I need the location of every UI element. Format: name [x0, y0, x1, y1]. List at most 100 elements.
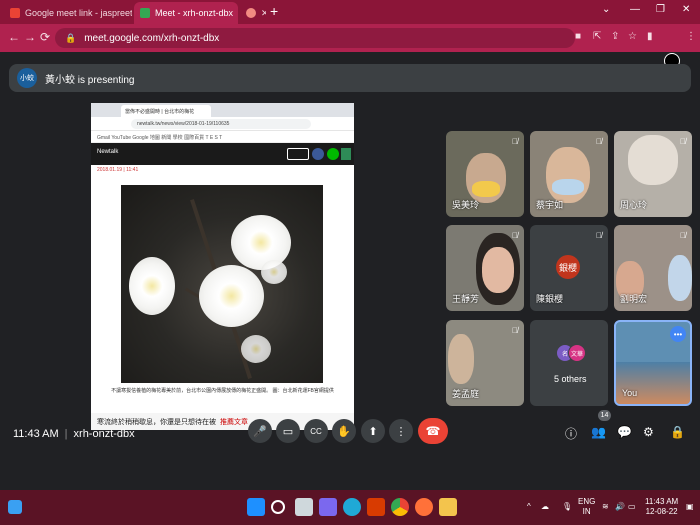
more-options-button[interactable]: ⋮: [389, 419, 413, 443]
wifi-icon[interactable]: ≋: [602, 502, 609, 512]
shared-bookmarks: Gmail YouTube Google 地圖 新聞 學校 國際百貨 T E S…: [91, 131, 354, 143]
lock-icon: 🔒: [65, 32, 77, 43]
camera-indicator-icon[interactable]: ■: [575, 31, 581, 42]
blossom: [129, 257, 175, 315]
language-region: IN: [582, 507, 591, 516]
shared-tab: 當佈不必盛開時 | 台北市的梅花: [121, 105, 211, 117]
file-explorer-icon[interactable]: [439, 498, 457, 516]
plum-blossom-photo: [121, 185, 323, 383]
back-icon[interactable]: ←: [8, 30, 20, 44]
more-options-icon[interactable]: •••: [670, 326, 686, 342]
notifications-icon[interactable]: ▣: [686, 502, 694, 512]
meeting-time: 11:43 AM: [13, 428, 59, 440]
mic-off-icon: 🎙̸: [512, 326, 518, 335]
tab-google-meet-link[interactable]: Google meet link - jaspreet.k@ ✕: [4, 2, 132, 24]
chat-app-icon[interactable]: [319, 498, 337, 516]
menu-icon[interactable]: ⋮: [686, 31, 696, 42]
forward-icon[interactable]: →: [24, 30, 36, 44]
reload-icon[interactable]: ⟳: [40, 30, 50, 44]
facebook-icon: [312, 148, 324, 160]
self-tile[interactable]: ••• You: [614, 320, 692, 406]
participant-tile[interactable]: 🎙̸ 王靜芳: [446, 225, 524, 311]
blossom: [241, 335, 271, 363]
chat-button[interactable]: 💬: [617, 425, 632, 439]
participant-tile[interactable]: 🎙̸ 周心玲: [614, 131, 692, 217]
clock-date: 12-08-22: [645, 507, 678, 516]
new-tab-button[interactable]: +: [270, 3, 278, 19]
language-indicator[interactable]: ENG IN: [578, 497, 595, 517]
participant-name: 陳銀櫻: [536, 294, 564, 304]
tray-overflow-icon[interactable]: ^: [527, 502, 531, 512]
minimize-button[interactable]: —: [630, 4, 640, 15]
info-button[interactable]: ⓘ: [565, 425, 577, 442]
participant-tile[interactable]: 🎙̸ 姜孟庭: [446, 320, 524, 406]
mic-off-icon: 🎙̸: [596, 137, 602, 146]
mic-off-icon: 🎙̸: [680, 137, 686, 146]
article-date: 2018.01.19 | 11:41: [97, 167, 139, 173]
record-icon: [246, 8, 256, 18]
side-panel-icon[interactable]: ▮: [647, 31, 653, 42]
participant-tile[interactable]: 🎙̸ 吳美玲: [446, 131, 524, 217]
mic-off-icon: 🎙̸: [512, 231, 518, 240]
participant-name: 吳美玲: [452, 200, 480, 210]
raise-hand-button[interactable]: ✋: [332, 419, 356, 443]
close-tab-icon[interactable]: ✕: [233, 8, 238, 19]
participant-tile-others[interactable]: 名 文華 5 others: [530, 320, 608, 406]
share-icon[interactable]: ⇪: [611, 31, 619, 42]
tab-meet[interactable]: Meet - xrh-onzt-dbx ✕: [134, 2, 238, 24]
people-button[interactable]: 👥: [591, 425, 606, 439]
screen: Google meet link - jaspreet.k@ ✕ Meet - …: [0, 0, 700, 525]
video-feed: [482, 247, 514, 293]
activities-button[interactable]: ⚙: [643, 425, 654, 439]
participant-tile[interactable]: 🎙̸ 劉明宏: [614, 225, 692, 311]
participant-count-badge: 14: [598, 410, 611, 421]
search-icon[interactable]: [271, 500, 285, 514]
clock-time: 11:43 AM: [645, 497, 679, 506]
blossom: [199, 265, 264, 327]
url-text: meet.google.com/xrh-onzt-dbx: [84, 32, 220, 44]
tab-recording[interactable]: ✕: [240, 2, 266, 24]
participant-tile[interactable]: 🎙̸ 蔡宇如: [530, 131, 608, 217]
firefox-icon[interactable]: [415, 498, 433, 516]
chrome-icon[interactable]: [391, 498, 409, 516]
comment-icon: [287, 148, 309, 160]
bookmark-star-icon[interactable]: ☆: [628, 31, 637, 42]
browser-toolbar: ← → ⟳ 🔒 meet.google.com/xrh-onzt-dbx ■ ⇱…: [0, 24, 700, 69]
maximize-button[interactable]: ❐: [656, 4, 665, 15]
battery-icon[interactable]: ▭: [628, 502, 636, 512]
camera-button[interactable]: ▭: [276, 419, 300, 443]
participant-name: 蔡宇如: [536, 200, 564, 210]
onedrive-icon[interactable]: ☁: [541, 502, 549, 512]
site-name: Newtalk: [97, 149, 119, 155]
participant-tile[interactable]: 銀櫻 🎙̸ 陳銀櫻: [530, 225, 608, 311]
task-view-icon[interactable]: [295, 498, 313, 516]
shared-address-bar: newtalk.tw/news/view/2018-01-19/110635: [91, 117, 354, 131]
captions-button[interactable]: CC: [304, 419, 328, 443]
classroom-video-feed: [616, 362, 690, 404]
start-menu-icon[interactable]: [247, 498, 265, 516]
close-window-button[interactable]: ✕: [682, 4, 690, 15]
volume-icon[interactable]: 🔊: [615, 502, 625, 512]
mic-off-icon: 🎙̸: [596, 231, 602, 240]
windows-start-icon[interactable]: [8, 500, 22, 514]
address-bar[interactable]: 🔒 meet.google.com/xrh-onzt-dbx: [55, 28, 575, 48]
host-controls-button[interactable]: 🔒: [670, 425, 685, 439]
clock[interactable]: 11:43 AM 12-08-22: [645, 497, 678, 517]
gmail-icon: [10, 8, 20, 18]
others-avatar: 文華: [568, 344, 586, 362]
end-call-button[interactable]: ☎: [418, 418, 448, 444]
present-button[interactable]: ⬆: [361, 419, 385, 443]
close-tab-icon[interactable]: ✕: [261, 8, 266, 19]
others-count: 5 others: [554, 374, 587, 384]
tab-search-icon[interactable]: ⌄: [602, 4, 610, 15]
open-new-icon[interactable]: ⇱: [593, 31, 601, 42]
recommend-link: 推薦文章: [220, 419, 248, 426]
shared-tab-bar: 當佈不必盛開時 | 台北市的梅花: [91, 103, 354, 117]
mic-tray-icon[interactable]: 🎙: [562, 502, 572, 512]
blossom: [261, 260, 287, 284]
mic-button[interactable]: 🎤: [248, 419, 272, 443]
footer-text: 寒流終於稍稍歇息，你還是只想待在被: [97, 419, 216, 426]
edge-icon[interactable]: [343, 498, 361, 516]
office-icon[interactable]: [367, 498, 385, 516]
video-feed: [668, 255, 692, 301]
